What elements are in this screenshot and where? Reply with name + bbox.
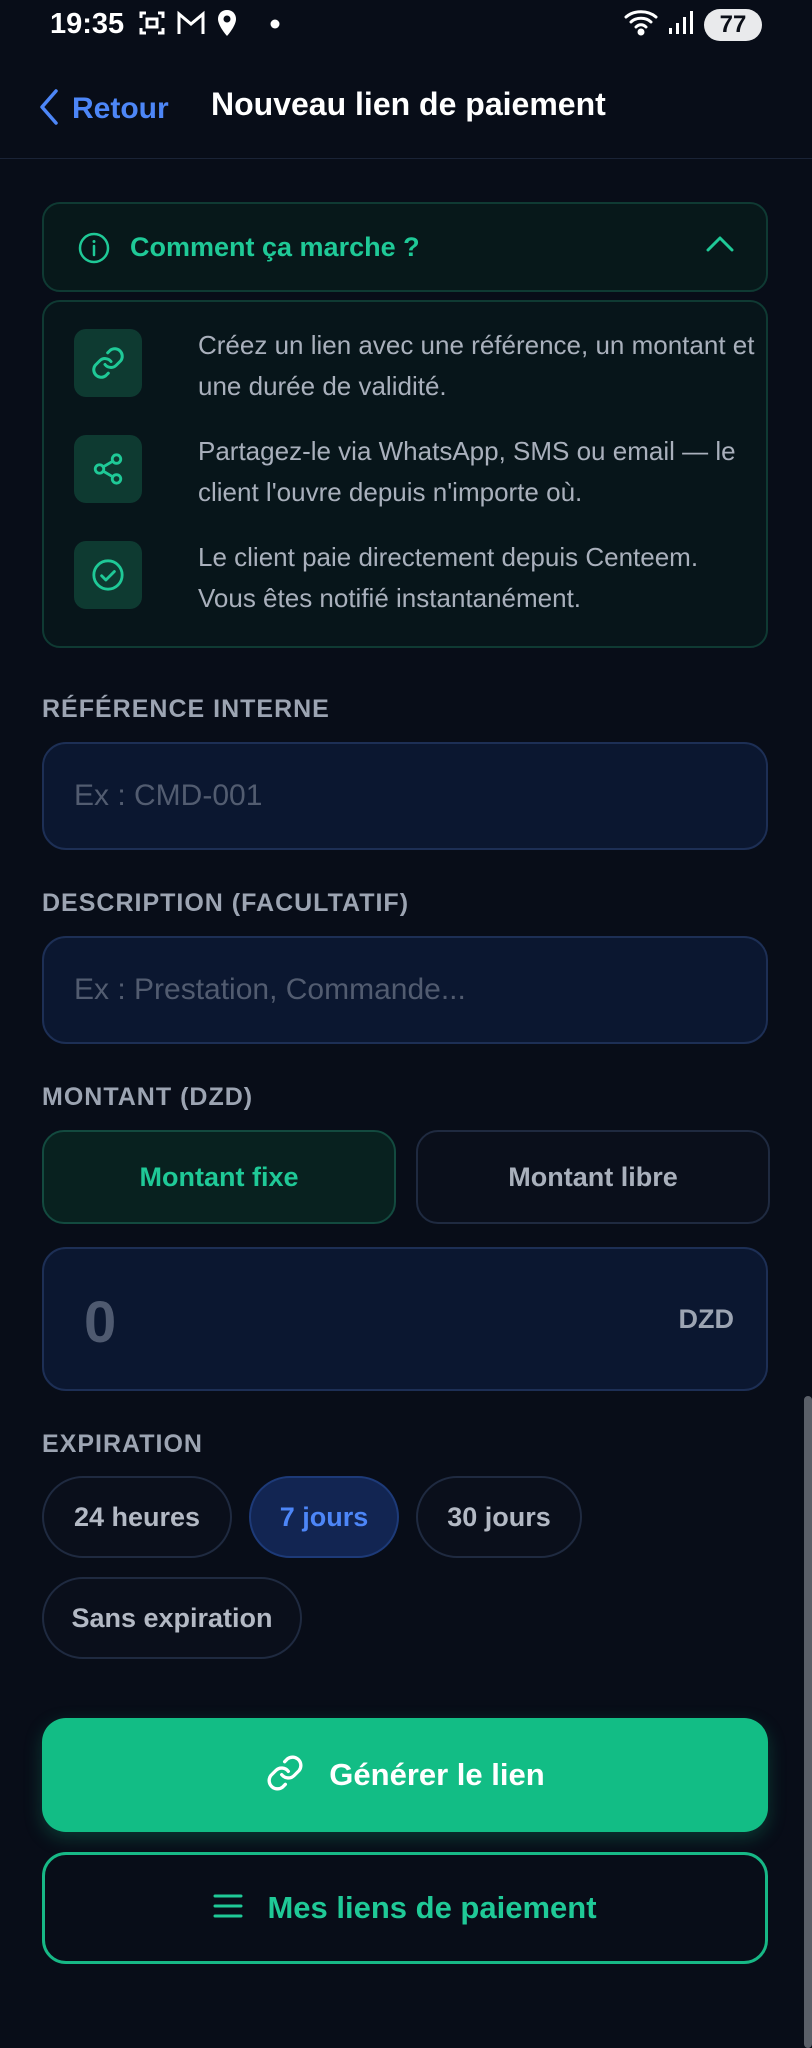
screenshot-icon [138, 9, 166, 42]
how-it-works-panel: Créez un lien avec une référence, un mon… [42, 300, 768, 648]
expiration-option-30d[interactable]: 30 jours [416, 1476, 582, 1558]
battery-icon: 77 [704, 8, 762, 41]
my-payment-links-button[interactable]: Mes liens de paiement [42, 1852, 768, 1964]
expiration-label: EXPIRATION [42, 1430, 203, 1458]
reference-input[interactable] [44, 744, 766, 848]
status-time: 19:35 [50, 8, 125, 40]
reference-label: RÉFÉRENCE INTERNE [42, 695, 330, 723]
back-label: Retour [72, 92, 169, 125]
step-text: Partagez-le via WhatsApp, SMS ou email —… [198, 436, 736, 507]
chevron-up-icon[interactable] [706, 234, 734, 259]
description-label: DESCRIPTION (FACULTATIF) [42, 889, 410, 917]
generate-link-button[interactable]: Générer le lien [42, 1718, 768, 1832]
scrollbar[interactable] [804, 1396, 812, 2048]
currency-label: DZD [678, 1304, 735, 1334]
top-nav-bar: Retour Nouveau lien de paiement [0, 60, 812, 159]
expiration-option-7d[interactable]: 7 jours [249, 1476, 399, 1558]
dot-icon [270, 16, 280, 34]
expiration-option-none[interactable]: Sans expiration [42, 1577, 302, 1659]
link-icon [74, 329, 142, 397]
step-text: Créez un lien avec une référence, un mon… [198, 330, 755, 401]
description-input[interactable] [44, 938, 766, 1042]
expiration-option-24h[interactable]: 24 heures [42, 1476, 232, 1558]
link-icon [265, 1753, 305, 1798]
generate-link-label: Générer le lien [329, 1757, 545, 1792]
page-title: Nouveau lien de paiement [211, 86, 606, 122]
status-left-icons [138, 9, 280, 42]
how-it-works-header[interactable]: Comment ça marche ? [42, 202, 768, 292]
amount-label: MONTANT (DZD) [42, 1083, 254, 1111]
check-circle-icon [74, 541, 142, 609]
how-it-works-title: Comment ça marche ? [130, 232, 420, 262]
fixed-amount-toggle[interactable]: Montant fixe [42, 1130, 396, 1224]
amount-value: 0 [84, 1290, 117, 1355]
status-right-icons: 77 [624, 8, 762, 41]
gmail-icon [176, 10, 206, 41]
chevron-left-icon [38, 88, 60, 131]
info-icon [78, 232, 110, 269]
status-bar: 19:35 77 [0, 0, 812, 52]
description-field [42, 936, 768, 1044]
back-button[interactable]: Retour [38, 84, 169, 134]
my-payment-links-label: Mes liens de paiement [267, 1890, 597, 1925]
wifi-icon [624, 8, 658, 41]
list-icon [213, 1893, 243, 1924]
location-icon [216, 9, 238, 42]
share-icon [74, 435, 142, 503]
free-amount-toggle[interactable]: Montant libre [416, 1130, 770, 1224]
amount-input[interactable]: 0 DZD [42, 1247, 768, 1391]
signal-icon [668, 9, 694, 40]
step-text: Le client paie directement depuis Centee… [198, 542, 699, 613]
reference-field [42, 742, 768, 850]
